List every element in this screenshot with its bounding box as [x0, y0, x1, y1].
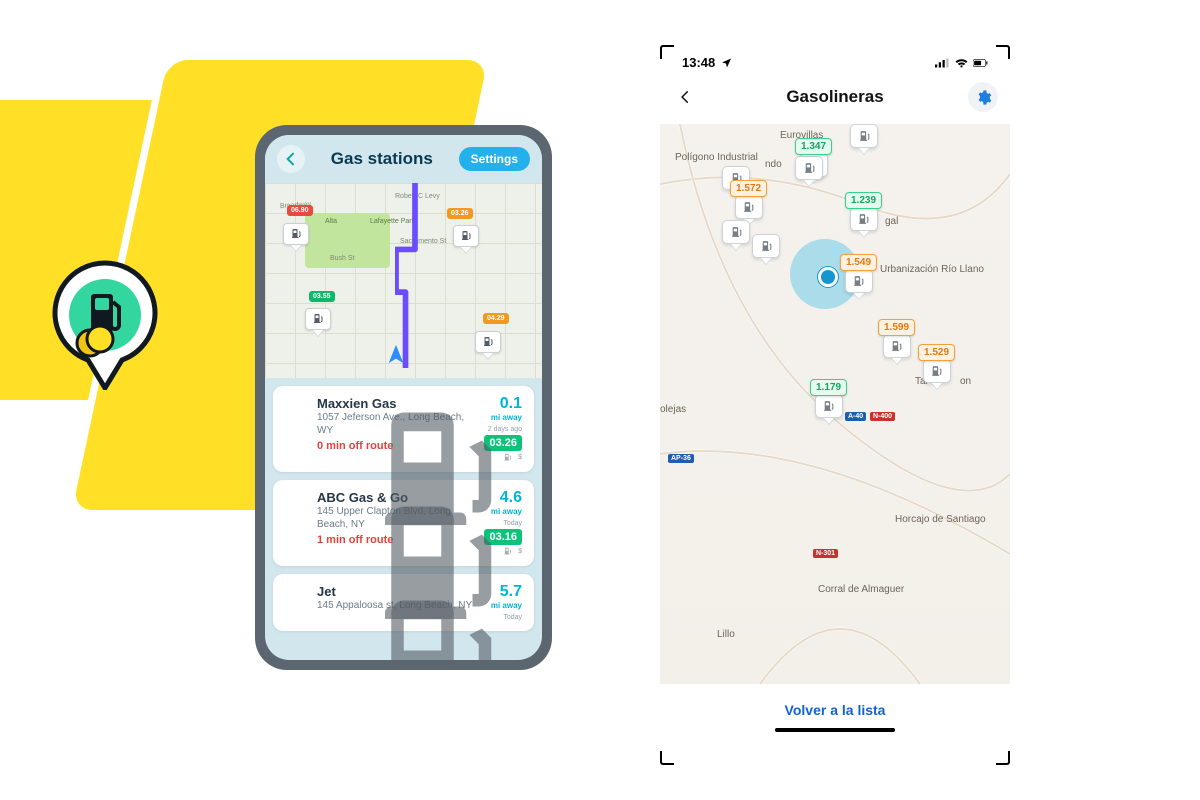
station-list[interactable]: Maxxien Gas1057 Jeferson Ave., Long Beac…	[265, 378, 542, 660]
gas-pump-icon	[845, 269, 873, 293]
town-label: Horcajo de Santiago	[895, 514, 986, 525]
station-pin[interactable]	[722, 220, 750, 250]
settings-button[interactable]: Settings	[459, 147, 530, 171]
station-pin[interactable]	[752, 234, 780, 264]
gear-icon	[975, 89, 992, 106]
station-card[interactable]: Maxxien Gas1057 Jeferson Ave., Long Beac…	[273, 386, 534, 472]
town-label: on	[960, 376, 971, 387]
town-label: Corral de Almaguer	[818, 584, 904, 595]
price-tag: 03.55	[309, 291, 335, 302]
battery-icon	[973, 57, 988, 69]
settings-button[interactable]	[968, 82, 998, 112]
app-header: Gas stations Settings	[265, 135, 542, 183]
station-pin[interactable]	[453, 225, 479, 255]
gas-pump-icon	[883, 334, 911, 358]
gas-pump-icon	[850, 207, 878, 231]
phone-screenshot: 13:48 Gasolineras EurovillasPolígono	[660, 45, 1010, 765]
price-tag: 1.549	[840, 254, 877, 271]
station-pin[interactable]: 1.179	[810, 379, 847, 424]
back-button[interactable]	[277, 145, 305, 173]
town-label: ndo	[765, 159, 782, 170]
highway-shield: N-400	[870, 412, 895, 421]
gas-pump-icon	[815, 394, 843, 418]
map-view[interactable]: EurovillasPolígono IndustrialUrbanizació…	[660, 124, 1010, 684]
station-pin[interactable]	[283, 223, 309, 253]
highway-shield: N-301	[813, 549, 838, 558]
back-button[interactable]	[672, 80, 698, 114]
home-indicator[interactable]	[775, 728, 895, 732]
price-tag: 03.26	[447, 208, 473, 219]
town-label: Polígono Industrial	[675, 152, 758, 163]
price-tag: 1.239	[845, 192, 882, 209]
location-arrow-icon	[719, 57, 734, 69]
frame-corner	[660, 751, 674, 765]
station-pin[interactable]	[850, 124, 878, 154]
price-tag: 1.179	[810, 379, 847, 396]
screen-footer: Volver a la lista	[660, 684, 1010, 742]
gas-pump-icon	[795, 156, 823, 180]
gas-pump-icon	[850, 124, 878, 148]
wifi-icon	[954, 57, 969, 69]
gas-pump-icon	[923, 359, 951, 383]
station-pin[interactable]: 1.529	[918, 344, 955, 389]
screen-header: Gasolineras	[660, 74, 1010, 124]
station-pin[interactable]	[475, 331, 501, 361]
station-pin[interactable]	[305, 308, 331, 338]
station-pin[interactable]: 1.572	[730, 180, 767, 225]
town-label: gal	[885, 216, 898, 227]
price-tag: 1.572	[730, 180, 767, 197]
station-pin[interactable]: 1.549	[840, 254, 877, 299]
park-label: Alta	[325, 218, 337, 225]
price-tag: 1.529	[918, 344, 955, 361]
station-pin[interactable]: 1.599	[878, 319, 915, 364]
user-heading-icon	[385, 343, 407, 365]
route-line	[395, 183, 435, 368]
highway-shield: A-40	[845, 412, 866, 421]
back-to-list-link[interactable]: Volver a la lista	[660, 702, 1010, 718]
street-label: Bush St	[330, 255, 355, 262]
frame-corner	[996, 45, 1010, 59]
station-pin[interactable]: 1.239	[845, 192, 882, 237]
promo-panel: Gas stations Settings Broadway Robert C …	[0, 0, 600, 800]
status-bar: 13:48	[660, 45, 1010, 74]
town-label: olejas	[660, 404, 686, 415]
gas-pump-icon	[285, 494, 307, 516]
page-title: Gas stations	[305, 149, 459, 169]
gas-pump-icon	[722, 220, 750, 244]
frame-corner	[996, 751, 1010, 765]
price-tag: 06.90	[287, 205, 313, 216]
gas-pump-pin-icon	[50, 260, 160, 390]
price-tag: 1.599	[878, 319, 915, 336]
gas-pump-icon	[285, 400, 307, 422]
page-title: Gasolineras	[660, 87, 1010, 107]
station-pin[interactable]	[795, 156, 823, 186]
clock: 13:48	[682, 55, 715, 70]
gas-pump-icon	[285, 588, 307, 610]
frame-corner	[660, 45, 674, 59]
price-tag: 1.347	[795, 138, 832, 155]
gas-pump-icon	[735, 195, 763, 219]
town-label: Urbanización Río Llano	[880, 264, 984, 275]
phone-mockup: Gas stations Settings Broadway Robert C …	[255, 125, 552, 670]
cellular-icon	[935, 57, 950, 69]
map-view[interactable]: Broadway Robert C Levy Bush St Sacrament…	[265, 183, 542, 378]
gas-pump-icon	[752, 234, 780, 258]
highway-shield: AP-36	[668, 454, 694, 463]
price-tag: 04.29	[483, 313, 509, 324]
town-label: Lillo	[717, 629, 735, 640]
